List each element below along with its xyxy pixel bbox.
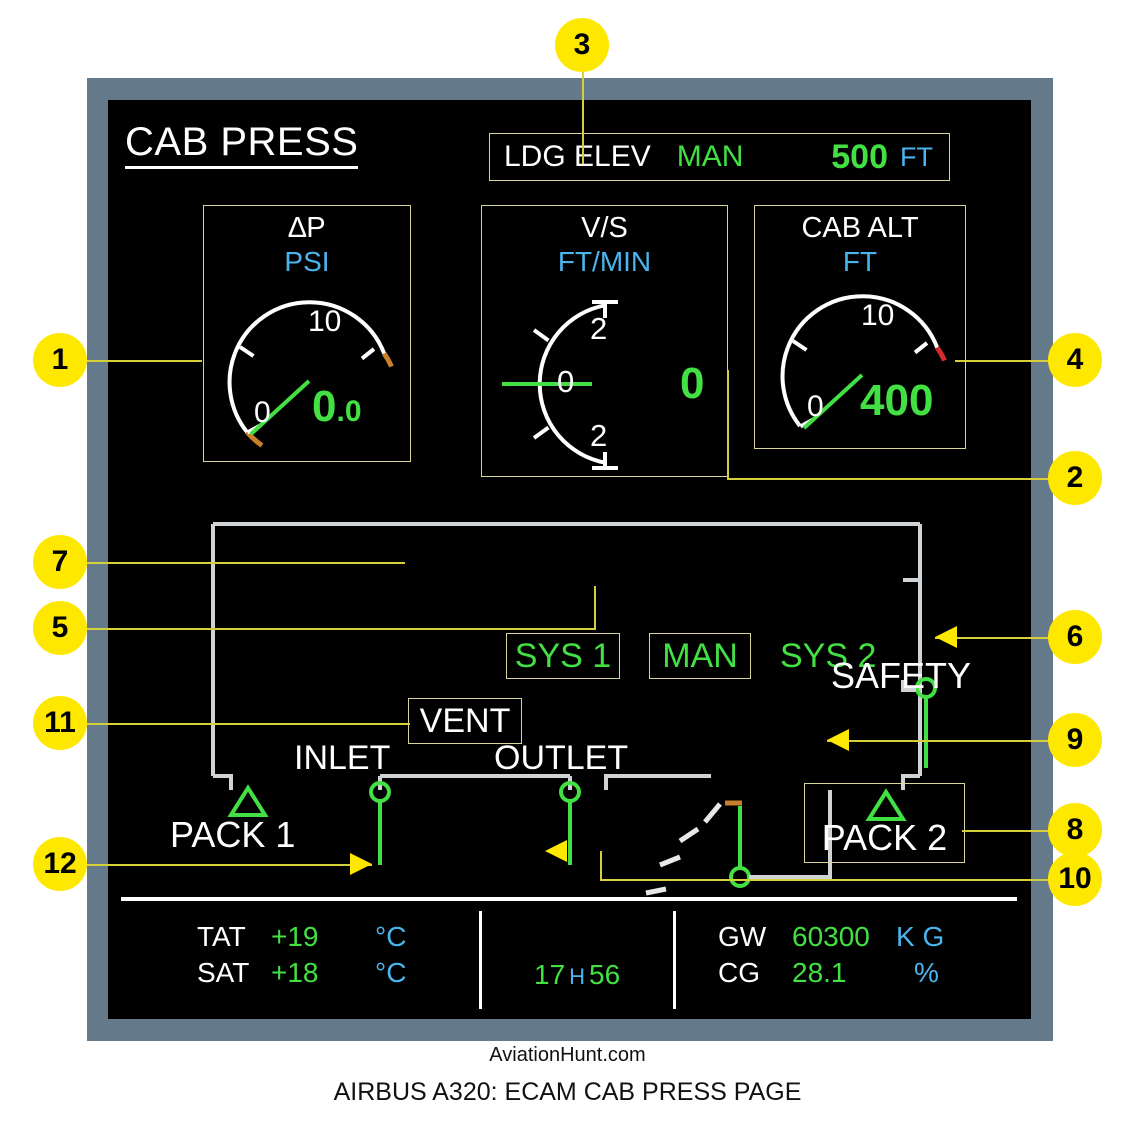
callout-badge-2[interactable]: 2 xyxy=(1048,451,1102,505)
callout-badge-10[interactable]: 10 xyxy=(1048,852,1102,906)
callout-badge-3[interactable]: 3 xyxy=(555,18,609,72)
callout-badge-12[interactable]: 12 xyxy=(33,837,87,891)
callout-badge-6[interactable]: 6 xyxy=(1048,610,1102,664)
callout-2-number: 2 xyxy=(1066,461,1084,494)
callout-7-number: 7 xyxy=(51,545,69,578)
callout-badge-11[interactable]: 11 xyxy=(33,696,87,750)
callout-10-number: 10 xyxy=(1058,862,1092,895)
callout-3-number: 3 xyxy=(573,28,591,61)
callout-badge-4[interactable]: 4 xyxy=(1048,333,1102,387)
callout-8-number: 8 xyxy=(1066,813,1084,846)
callout-4-number: 4 xyxy=(1066,343,1084,376)
callout-badge-1[interactable]: 1 xyxy=(33,333,87,387)
leader-arrowheads xyxy=(350,626,957,875)
callout-badge-7[interactable]: 7 xyxy=(33,535,87,589)
screenshot-root: CAB PRESS LDG ELEV MAN 500 FT ∆P PSI 10 … xyxy=(0,0,1135,1135)
callout-11-number: 11 xyxy=(44,706,76,739)
callout-9-number: 9 xyxy=(1066,723,1084,756)
callout-5-number: 5 xyxy=(51,611,69,644)
callout-badge-5[interactable]: 5 xyxy=(33,601,87,655)
callout-6-number: 6 xyxy=(1066,620,1084,653)
callout-badge-9[interactable]: 9 xyxy=(1048,713,1102,767)
callout-12-number: 12 xyxy=(43,847,77,880)
callout-badge-8[interactable]: 8 xyxy=(1048,803,1102,857)
callout-1-number: 1 xyxy=(51,343,69,376)
